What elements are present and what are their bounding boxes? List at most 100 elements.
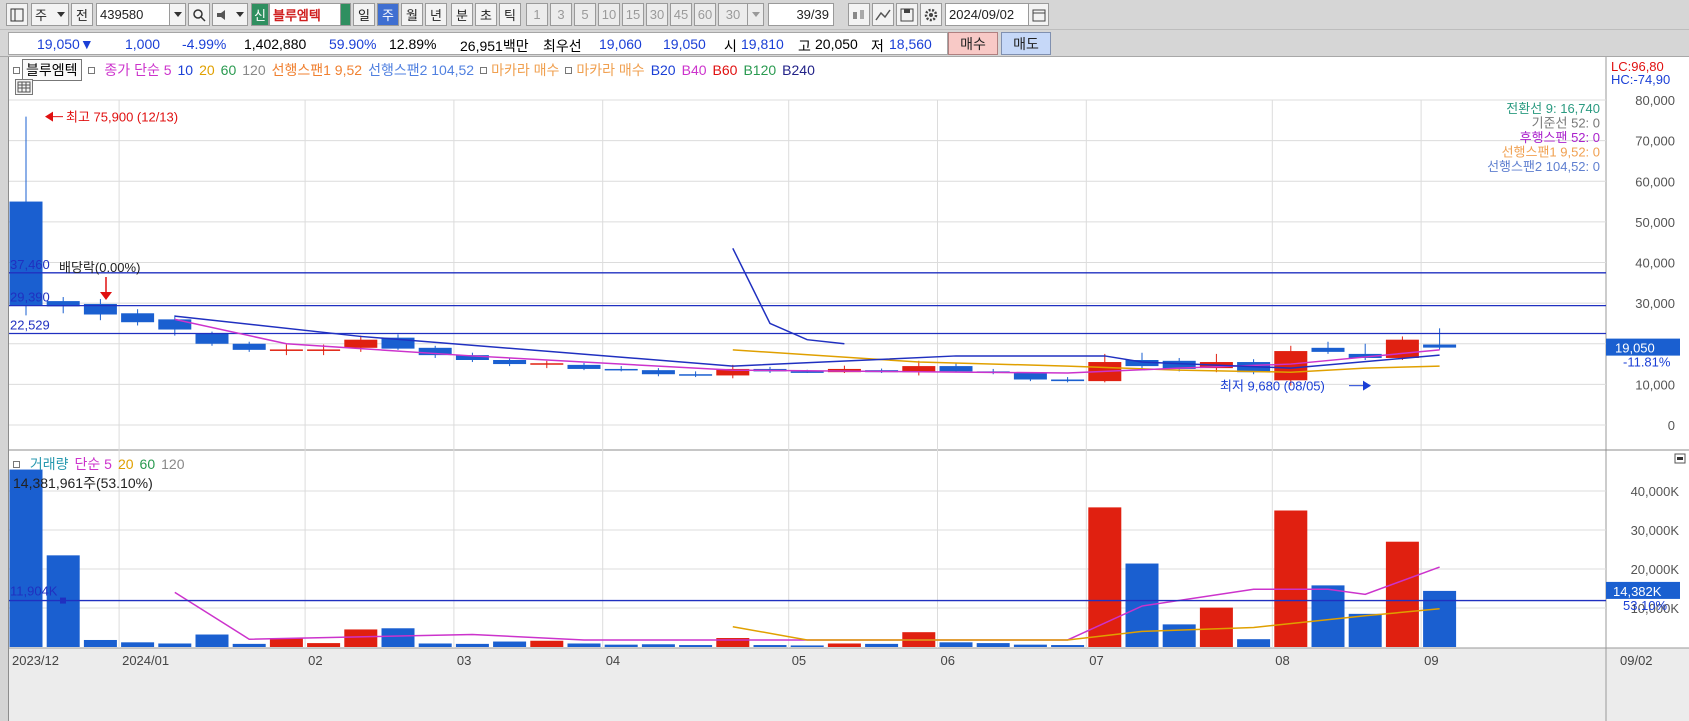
- price-legend-item[interactable]: 종가 단순 5: [104, 62, 171, 78]
- price-legend-item[interactable]: 20: [199, 62, 215, 78]
- search-icon[interactable]: [188, 3, 210, 26]
- volume-bar[interactable]: [1423, 590, 1457, 647]
- candle-body[interactable]: [121, 313, 155, 323]
- save-icon[interactable]: [896, 3, 918, 26]
- date-input[interactable]: 2024/09/02: [945, 3, 1029, 26]
- volume-bar[interactable]: [679, 645, 713, 647]
- sell-button[interactable]: 매도: [1001, 32, 1051, 55]
- candle-body[interactable]: [493, 360, 527, 365]
- volume-bar[interactable]: [1199, 607, 1233, 647]
- volume-bar[interactable]: [567, 643, 601, 647]
- candle-body[interactable]: [269, 349, 303, 351]
- candle-body[interactable]: [679, 374, 713, 376]
- price-legend-item[interactable]: 60: [221, 62, 237, 78]
- tab-year[interactable]: 년: [425, 3, 447, 26]
- page-counter[interactable]: 39/39: [768, 3, 834, 26]
- volume-legend-item[interactable]: 단순 5: [75, 456, 112, 472]
- interval-1[interactable]: 1: [526, 3, 548, 26]
- volume-bar[interactable]: [195, 634, 229, 647]
- price-legend-item[interactable]: B40: [682, 62, 707, 78]
- count-dropdown[interactable]: [748, 3, 764, 26]
- stock-code-input[interactable]: 439580: [96, 3, 170, 26]
- candle-body[interactable]: [1274, 351, 1308, 381]
- volume-bar[interactable]: [641, 644, 675, 647]
- calendar-icon[interactable]: [1029, 3, 1049, 26]
- candle-body[interactable]: [530, 363, 564, 365]
- volume-bar[interactable]: [604, 644, 638, 647]
- tab-minute[interactable]: 분: [451, 3, 473, 26]
- interval-3[interactable]: 3: [550, 3, 572, 26]
- volume-bar[interactable]: [865, 643, 899, 647]
- volume-bar[interactable]: [1125, 563, 1159, 647]
- volume-bar[interactable]: [827, 643, 861, 647]
- code-dropdown-button[interactable]: [170, 3, 186, 26]
- count-select[interactable]: 30: [718, 3, 748, 26]
- interval-5[interactable]: 5: [574, 3, 596, 26]
- tool-icon[interactable]: [872, 3, 894, 26]
- volume-bar[interactable]: [269, 638, 303, 647]
- volume-bar[interactable]: [939, 642, 973, 647]
- price-legend-item[interactable]: 마카라 매수: [576, 62, 644, 78]
- candle-body[interactable]: [567, 364, 601, 369]
- volume-bar[interactable]: [493, 641, 527, 647]
- volume-bar[interactable]: [344, 629, 378, 647]
- candle-body[interactable]: [307, 349, 341, 351]
- speaker-select[interactable]: [212, 3, 248, 26]
- volume-bar[interactable]: [1274, 510, 1308, 648]
- volume-bar[interactable]: [455, 643, 489, 647]
- price-legend-item[interactable]: B240: [782, 62, 815, 78]
- interval-30[interactable]: 30: [646, 3, 668, 26]
- volume-legend-item[interactable]: 120: [161, 456, 184, 472]
- volume-bar[interactable]: [753, 645, 787, 647]
- table-icon[interactable]: [15, 79, 33, 95]
- buy-button[interactable]: 매수: [948, 32, 998, 55]
- price-legend-item[interactable]: 120: [242, 62, 265, 78]
- legend-toggle-icon[interactable]: [13, 461, 20, 468]
- interval-60[interactable]: 60: [694, 3, 716, 26]
- candle-body[interactable]: [232, 343, 266, 350]
- volume-bar[interactable]: [232, 643, 266, 647]
- candle-body[interactable]: [939, 366, 973, 372]
- legend-toggle-icon[interactable]: [13, 67, 20, 74]
- candle-body[interactable]: [158, 319, 192, 330]
- gear-icon[interactable]: [920, 3, 942, 26]
- price-legend-item[interactable]: 선행스팬1 9,52: [272, 62, 362, 78]
- candle-body[interactable]: [1423, 344, 1457, 348]
- volume-bar[interactable]: [121, 642, 155, 647]
- volume-bar[interactable]: [1237, 639, 1271, 647]
- volume-bar[interactable]: [1088, 507, 1122, 647]
- volume-bar[interactable]: [1385, 541, 1419, 647]
- tab-tick[interactable]: 틱: [499, 3, 521, 26]
- volume-bar[interactable]: [381, 628, 415, 647]
- compare-icon[interactable]: [848, 3, 870, 26]
- volume-bar[interactable]: [83, 639, 117, 647]
- volume-bar[interactable]: [1162, 624, 1196, 647]
- candle-body[interactable]: [195, 333, 229, 344]
- volume-bar[interactable]: [1348, 613, 1382, 647]
- volume-bar[interactable]: [418, 643, 452, 647]
- volume-legend-item[interactable]: 60: [140, 456, 156, 472]
- volume-bar[interactable]: [976, 643, 1010, 647]
- price-legend-item[interactable]: 마카라 매수: [491, 62, 559, 78]
- prev-button[interactable]: 전: [71, 3, 93, 26]
- tab-day[interactable]: 일: [353, 3, 375, 26]
- stock-name[interactable]: 블루엠텍: [269, 3, 341, 26]
- interval-10[interactable]: 10: [598, 3, 620, 26]
- candle-body[interactable]: [1051, 379, 1085, 382]
- price-legend-item[interactable]: B20: [651, 62, 676, 78]
- candle-body[interactable]: [344, 339, 378, 348]
- candle-body[interactable]: [641, 370, 675, 375]
- volume-legend-item[interactable]: 거래량: [30, 456, 69, 472]
- candle-body[interactable]: [1311, 347, 1345, 352]
- volume-legend-item[interactable]: 20: [118, 456, 134, 472]
- interval-45[interactable]: 45: [670, 3, 692, 26]
- volume-bar[interactable]: [790, 645, 824, 647]
- panel-toggle-icon[interactable]: [6, 3, 28, 26]
- period-select[interactable]: 주: [31, 3, 69, 26]
- volume-bar[interactable]: [1013, 644, 1047, 647]
- tab-week[interactable]: 주: [377, 3, 399, 26]
- chart-canvas[interactable]: 80,000 70,000 60,000 50,000 40,000 30,000 20,0…: [9, 57, 1689, 721]
- volume-bar[interactable]: [158, 643, 192, 647]
- candle-body[interactable]: [1013, 373, 1047, 380]
- interval-15[interactable]: 15: [622, 3, 644, 26]
